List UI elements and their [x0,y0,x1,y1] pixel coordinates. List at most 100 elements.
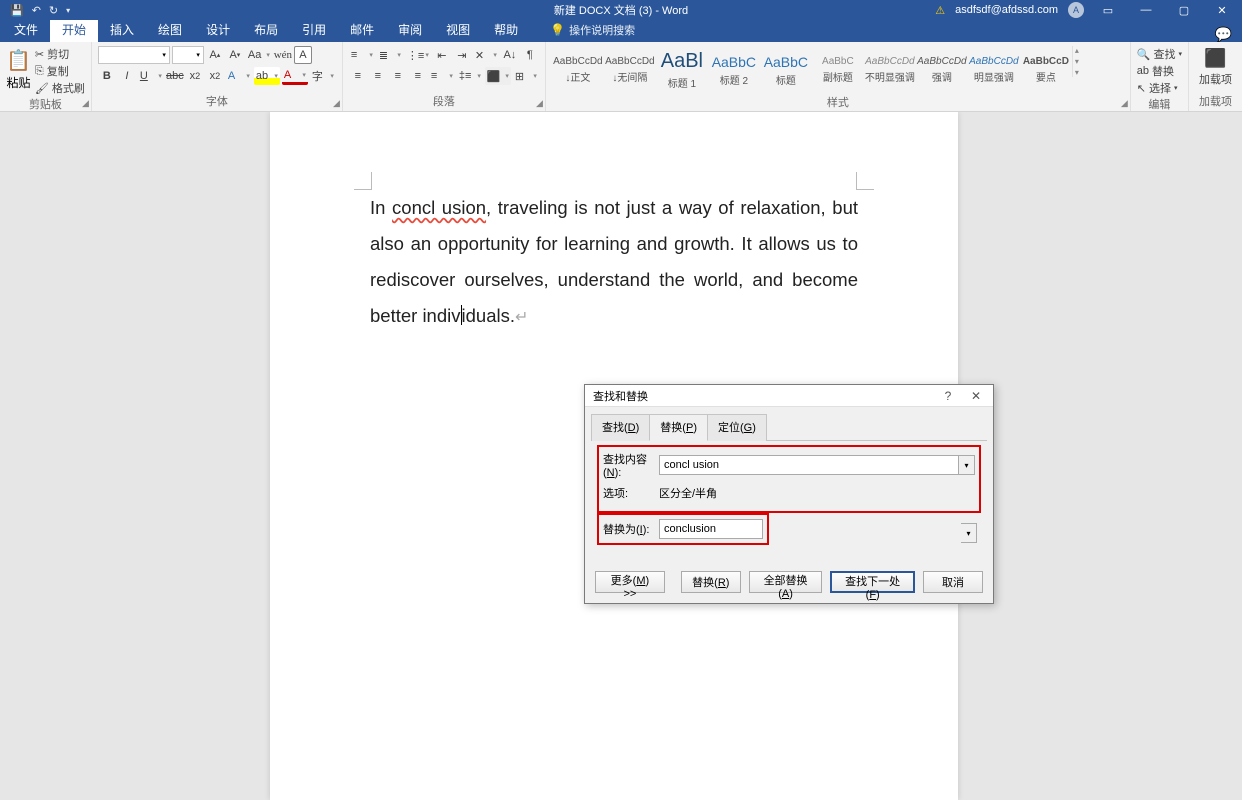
close-button[interactable]: ✕ [1208,4,1236,17]
tell-me-search[interactable]: 💡操作说明搜索 [540,18,645,42]
dialog-tab-find[interactable]: 查找(D) [591,414,650,441]
more-button[interactable]: 更多(M) >> [595,571,665,593]
style-strong[interactable]: AaBbCcD要点 [1020,46,1072,94]
undo-icon[interactable]: ↶ [32,4,41,17]
style-heading1[interactable]: AaBl标题 1 [656,46,708,94]
tab-references[interactable]: 引用 [290,17,338,42]
dialog-close-button[interactable]: ✕ [965,389,987,403]
font-color-button[interactable]: A▾ [282,67,308,85]
format-painter-button[interactable]: 🖌格式刷 [35,80,85,96]
align-center-button[interactable]: ≡ [369,67,387,85]
show-marks-button[interactable]: ¶ [521,46,539,64]
replace-one-button[interactable]: 替换(R) [681,571,741,593]
tab-help[interactable]: 帮助 [482,17,530,42]
line-spacing-button[interactable]: ‡≡▾ [457,67,483,85]
clipboard-launcher-icon[interactable]: ◢ [82,98,89,109]
font-size-combo[interactable]: ▾ [172,46,204,64]
strike-button[interactable]: abc [166,67,184,85]
feedback-icon[interactable]: 💬 [1215,26,1232,43]
decrease-indent-button[interactable]: ⇤ [433,46,451,64]
subscript-button[interactable]: x2 [186,67,204,85]
tab-review[interactable]: 审阅 [386,17,434,42]
tab-draw[interactable]: 绘图 [146,17,194,42]
dialog-titlebar[interactable]: 查找和替换 ? ✕ [585,385,993,407]
superscript-button[interactable]: x2 [206,67,224,85]
asian-layout-button[interactable]: ✕▾ [473,46,499,64]
tab-mailings[interactable]: 邮件 [338,17,386,42]
style-intense-emphasis[interactable]: AaBbCcDd明显强调 [968,46,1020,94]
style-no-spacing[interactable]: AaBbCcDd↓无间隔 [604,46,656,94]
text-effects-button[interactable]: A▾ [226,67,252,85]
margin-corner-tl [354,172,372,190]
phonetic-guide-button[interactable]: wén [274,46,292,64]
multilevel-button[interactable]: ⋮≡▾ [405,46,431,64]
shrink-font-button[interactable]: A▾ [226,46,244,64]
dialog-tab-replace[interactable]: 替换(P) [649,414,708,441]
ribbon-display-icon[interactable]: ▭ [1094,4,1122,17]
style-emphasis[interactable]: AaBbCcDd强调 [916,46,968,94]
spell-error[interactable]: concl usion [392,197,486,218]
tab-home[interactable]: 开始 [50,17,98,42]
user-avatar[interactable]: A [1068,2,1084,18]
justify-button[interactable]: ≡ [409,67,427,85]
highlight-button[interactable]: ab▾ [254,67,280,85]
sort-button[interactable]: A↓ [501,46,519,64]
italic-button[interactable]: I [118,67,136,85]
dialog-help-button[interactable]: ? [937,389,959,403]
style-normal[interactable]: AaBbCcDd↓正文 [552,46,604,94]
addins-button[interactable]: ⬛ 加载项 [1195,44,1236,87]
paste-button[interactable]: 📋 粘贴 [6,44,31,91]
bullets-button[interactable]: ≡▾ [349,46,375,64]
enclose-chars-button[interactable]: 字▾ [310,67,336,85]
cut-button[interactable]: ✂剪切 [35,46,85,62]
user-email[interactable]: asdfsdf@afdssd.com [955,4,1058,16]
style-subtle-emphasis[interactable]: AaBbCcDd不明显强调 [864,46,916,94]
tab-view[interactable]: 视图 [434,17,482,42]
cancel-button[interactable]: 取消 [923,571,983,593]
tab-design[interactable]: 设计 [194,17,242,42]
dialog-tab-goto[interactable]: 定位(G) [707,414,767,441]
find-next-button[interactable]: 查找下一处(F) [830,571,915,593]
increase-indent-button[interactable]: ⇥ [453,46,471,64]
find-what-input[interactable] [659,455,959,475]
replace-button[interactable]: ab替换 [1137,63,1182,79]
copy-button[interactable]: ⎘复制 [35,63,85,79]
align-left-button[interactable]: ≡ [349,67,367,85]
styles-launcher-icon[interactable]: ◢ [1121,98,1128,109]
save-icon[interactable]: 💾 [10,4,24,17]
style-title[interactable]: AaBbC标题 [760,46,812,94]
replace-all-button[interactable]: 全部替换(A) [749,571,823,593]
borders-button[interactable]: ⊞▾ [513,67,539,85]
bold-button[interactable]: B [98,67,116,85]
group-clipboard: 📋 粘贴 ✂剪切 ⎘复制 🖌格式刷 剪贴板 ◢ [0,42,92,111]
redo-icon[interactable]: ↻ [49,4,58,17]
style-heading2[interactable]: AaBbC标题 2 [708,46,760,94]
tab-insert[interactable]: 插入 [98,17,146,42]
clear-format-button[interactable]: A [294,46,312,64]
style-subtitle[interactable]: AaBbC副标题 [812,46,864,94]
underline-button[interactable]: U▾ [138,67,164,85]
styles-more-button[interactable]: ▴▾▾ [1072,46,1086,77]
paragraph-launcher-icon[interactable]: ◢ [536,98,543,109]
select-button[interactable]: ↖选择▾ [1137,80,1182,96]
font-name-combo[interactable]: ▾ [98,46,170,64]
font-launcher-icon[interactable]: ◢ [333,98,340,109]
numbering-button[interactable]: ≣▾ [377,46,403,64]
tab-layout[interactable]: 布局 [242,17,290,42]
qat-dropdown-icon[interactable]: ▾ [66,6,70,15]
align-right-button[interactable]: ≡ [389,67,407,85]
search-icon: 🔍 [1137,48,1151,61]
maximize-button[interactable]: ▢ [1170,4,1198,17]
dialog-button-row: 更多(M) >> 替换(R) 全部替换(A) 查找下一处(F) 取消 [585,561,993,603]
change-case-button[interactable]: Aa▾ [246,46,272,64]
find-dropdown-icon[interactable]: ▾ [959,455,975,475]
replace-with-input[interactable] [659,519,763,539]
minimize-button[interactable]: — [1132,4,1160,16]
find-button[interactable]: 🔍查找▾ [1137,46,1182,62]
distribute-button[interactable]: ≡▾ [429,67,455,85]
tab-file[interactable]: 文件 [2,17,50,42]
grow-font-button[interactable]: A▴ [206,46,224,64]
replace-dropdown-icon[interactable]: ▾ [961,523,977,543]
shading-button[interactable]: ⬛▾ [485,67,511,85]
paragraph-text[interactable]: In concl usion, traveling is not just a … [370,190,858,334]
